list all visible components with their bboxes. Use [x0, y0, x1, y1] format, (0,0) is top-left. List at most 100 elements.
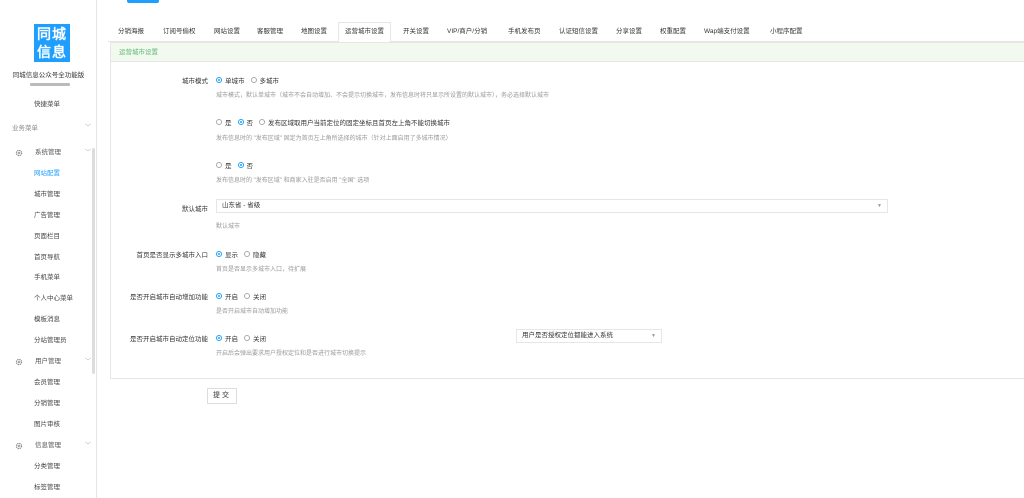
auto-add-city-label: 是否开启城市自动增加功能 — [130, 294, 208, 301]
radio-checked-icon — [216, 335, 222, 341]
gear-icon — [15, 149, 23, 157]
radio-unchecked-icon — [244, 251, 250, 257]
sidebar: 同城 信息 同城信息公众号全功能版 快捷菜单 业务菜单 ﹀ 系统管理 ﹀ 网站配… — [0, 0, 97, 498]
sidebar-group-label: 系统管理 — [35, 149, 61, 156]
radio-checked-icon — [237, 162, 244, 168]
tab-vip-merchant[interactable]: VIP/商户/分销 — [447, 22, 487, 42]
all-country-no-radio[interactable]: 否 — [237, 160, 253, 170]
auto-add-city-help: 是否开启城市自动增加功能 — [216, 309, 289, 315]
city-mode-multi-radio[interactable]: 多城市 — [250, 75, 279, 85]
radio-checked-icon — [216, 77, 222, 83]
auto-locate-on-radio[interactable]: 开启 — [216, 333, 238, 343]
auto-locate-label: 是否开启城市自动定位功能 — [130, 336, 208, 343]
all-country-help: 发布信息时的 "发布区域" 和商家入驻是否启用 "全国" 选项 — [216, 178, 370, 184]
panel-title: 运营城市设置 — [111, 43, 1024, 62]
radio-unchecked-icon — [216, 162, 222, 168]
show-multi-entry-help: 首页是否显示多城市入口，待扩展 — [216, 267, 307, 273]
settings-tabs: 分销海报 订阅号偷权 网站设置 客服管理 地图设置 运营城市设置 开关设置 VI… — [108, 22, 1024, 43]
sidebar-group-info[interactable]: 信息管理 ﹀ — [0, 436, 92, 456]
city-mode-label: 城市模式 — [182, 78, 208, 85]
all-country-yes-radio[interactable]: 是 — [216, 160, 232, 170]
tab-map-settings[interactable]: 地图设置 — [301, 22, 327, 42]
city-mode-help: 城市模式，默认单城市（城市不会自动增加、不会提示切换城市，发布信息时将只显示所设… — [216, 93, 550, 99]
locate-permission-select[interactable]: 用户是否授权定位都能进入系统 ▼ — [516, 329, 662, 343]
sidebar-item-city-manage[interactable]: 城市管理 — [0, 185, 92, 205]
sidebar-item-ad-manage[interactable]: 广告管理 — [0, 206, 92, 226]
sidebar-item-categories[interactable]: 分类管理 — [0, 457, 92, 477]
sidebar-item-template-msg[interactable]: 模板消息 — [0, 310, 92, 330]
radio-checked-icon — [216, 293, 222, 299]
publish-area-options: 是 否 发布区域取用户当前定位的固定坐标且首页左上角不能切换城市 — [216, 117, 456, 127]
sidebar-item-tags[interactable]: 标签管理 — [0, 478, 92, 498]
default-city-help: 默认城市 — [216, 224, 241, 230]
tab-distribution-poster[interactable]: 分销海报 — [118, 22, 144, 42]
sidebar-item-substation-admin[interactable]: 分站管理员 — [0, 331, 92, 351]
publish-area-help: 发布信息时的 "发布区域" 固定为首页左上角所选择的城市（针对上面启用了多城市情… — [216, 136, 452, 142]
tab-operating-city[interactable]: 运营城市设置 — [338, 22, 391, 43]
chevron-down-icon: ﹀ — [85, 150, 92, 156]
publish-area-yes-radio[interactable]: 是 — [216, 117, 232, 127]
radio-checked-icon — [216, 251, 222, 257]
submit-button[interactable]: 提交 — [207, 388, 237, 404]
auto-locate-options: 开启 关闭 — [216, 333, 272, 343]
tab-customer-service[interactable]: 客服管理 — [257, 22, 283, 42]
sidebar-item-cut-off — [30, 78, 90, 86]
radio-unchecked-icon — [244, 293, 250, 299]
show-multi-entry-hide-radio[interactable]: 隐藏 — [244, 249, 266, 259]
auto-locate-help: 开启后会弹出要求用户授权定位和是否进行城市切换提示 — [216, 351, 367, 357]
sidebar-scrollbar[interactable] — [92, 148, 95, 374]
sidebar-item-page-columns[interactable]: 页面栏目 — [0, 227, 92, 247]
city-mode-single-radio[interactable]: 单城市 — [216, 75, 245, 85]
sidebar-group-label: 用户管理 — [35, 358, 61, 365]
header-active-indicator — [127, 0, 159, 3]
tab-mobile-publish[interactable]: 手机发布页 — [508, 22, 541, 42]
sidebar-section-title[interactable]: 业务菜单 — [12, 122, 38, 132]
caret-down-icon: ▼ — [651, 333, 656, 339]
sidebar-group-users[interactable]: 用户管理 ﹀ — [0, 352, 92, 372]
radio-checked-icon — [237, 119, 244, 125]
tab-switch-settings[interactable]: 开关设置 — [403, 22, 429, 42]
tab-wap-payment[interactable]: Wap端支付设置 — [704, 22, 750, 42]
default-city-select[interactable]: 山东省 - 省级 ▼ — [216, 199, 888, 213]
sidebar-item-user-center-menu[interactable]: 个人中心菜单 — [0, 289, 92, 309]
radio-unchecked-icon — [250, 77, 257, 83]
sidebar-item-home-nav[interactable]: 首页导航 — [0, 248, 92, 268]
tab-site-settings[interactable]: 网站设置 — [214, 22, 240, 42]
chevron-down-icon: ﹀ — [85, 443, 92, 449]
tab-subscription-auth[interactable]: 订阅号偷权 — [163, 22, 196, 42]
sidebar-quick-menu[interactable]: 快捷菜单 — [0, 95, 92, 115]
sidebar-item-site-config[interactable]: 网站配置 — [0, 164, 92, 184]
tab-miniapp-config[interactable]: 小程序配置 — [770, 22, 803, 42]
gear-icon — [15, 358, 23, 366]
show-multi-entry-label: 首页是否显示多城市入口 — [136, 252, 209, 259]
tab-weight-config[interactable]: 权重配置 — [660, 22, 686, 42]
all-country-options: 是 否 — [216, 160, 259, 170]
radio-unchecked-icon — [259, 119, 265, 125]
site-logo[interactable]: 同城 信息 — [34, 24, 70, 62]
show-multi-entry-show-radio[interactable]: 显示 — [216, 249, 238, 259]
sidebar-item-mobile-menu[interactable]: 手机菜单 — [0, 268, 92, 288]
sidebar-item-distribution[interactable]: 分销管理 — [0, 394, 92, 414]
chevron-down-icon[interactable]: ﹀ — [85, 122, 91, 131]
tab-auth-sms[interactable]: 认证短信设置 — [559, 22, 598, 42]
auto-add-city-off-radio[interactable]: 关闭 — [244, 291, 266, 301]
auto-add-city-on-radio[interactable]: 开启 — [216, 291, 238, 301]
radio-unchecked-icon — [216, 119, 222, 125]
top-strip — [0, 0, 1024, 4]
tab-share-settings[interactable]: 分享设置 — [616, 22, 642, 42]
auto-add-city-options: 开启 关闭 — [216, 291, 272, 301]
auto-locate-off-radio[interactable]: 关闭 — [244, 333, 266, 343]
chevron-down-icon: ﹀ — [85, 359, 92, 365]
show-multi-entry-options: 显示 隐藏 — [216, 249, 272, 259]
radio-unchecked-icon — [244, 335, 250, 341]
gear-icon — [15, 442, 23, 450]
sidebar-group-label: 信息管理 — [35, 442, 61, 449]
sidebar-item-members[interactable]: 会员管理 — [0, 373, 92, 393]
sidebar-group-system[interactable]: 系统管理 ﹀ — [0, 143, 92, 163]
caret-down-icon: ▼ — [877, 203, 882, 209]
publish-area-locate-radio[interactable]: 发布区域取用户当前定位的固定坐标且首页左上角不能切换城市 — [259, 117, 450, 127]
sidebar-item-image-review[interactable]: 图片审核 — [0, 415, 92, 435]
default-city-label: 默认城市 — [182, 206, 208, 213]
publish-area-no-radio[interactable]: 否 — [237, 117, 253, 127]
city-mode-options: 单城市 多城市 — [216, 75, 285, 85]
